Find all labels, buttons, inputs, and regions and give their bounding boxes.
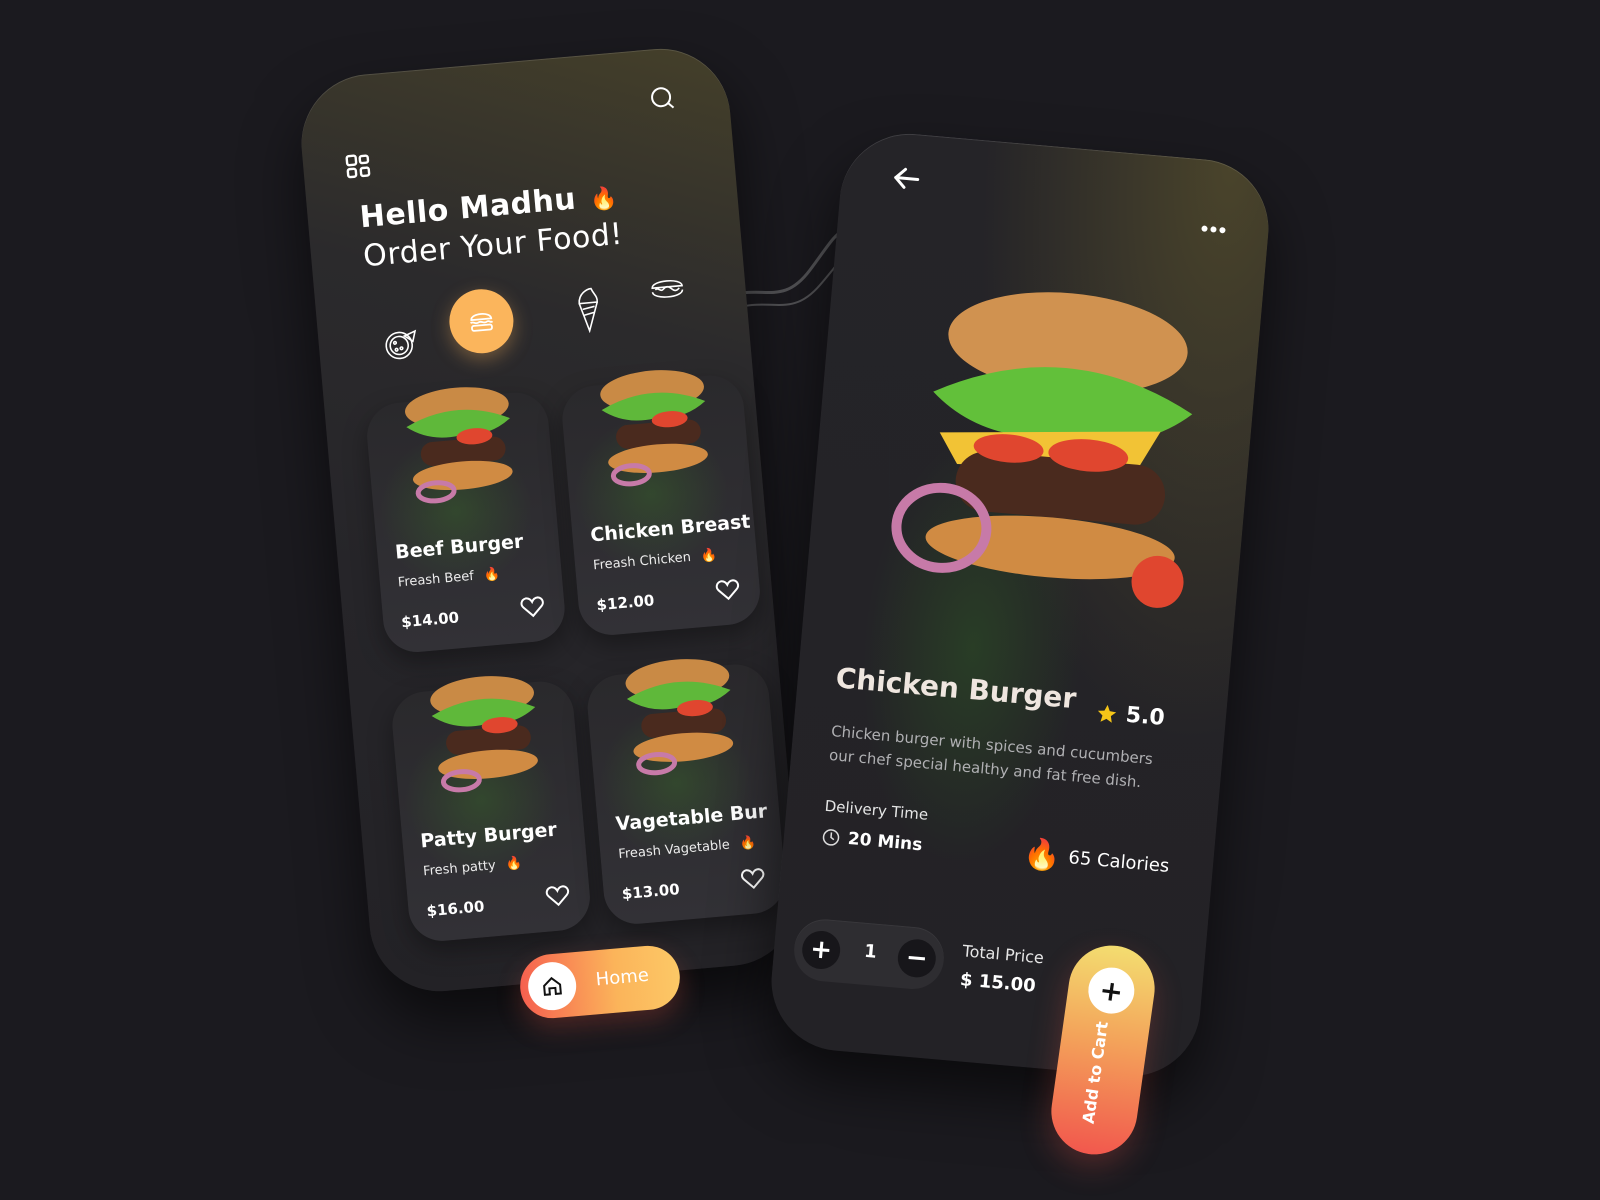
total-price-value: $ 15.00 bbox=[959, 969, 1037, 997]
food-name: Patty Burger bbox=[419, 818, 558, 853]
category-list bbox=[365, 264, 710, 363]
calories: 🔥 65 Calories bbox=[1022, 836, 1171, 884]
total-price-label: Total Price bbox=[961, 941, 1045, 968]
home-nav-button[interactable]: Home bbox=[517, 943, 683, 1021]
delivery-time-value: 20 Mins bbox=[847, 828, 924, 856]
food-name: Vagetable Bur bbox=[614, 800, 769, 836]
burger-image bbox=[430, 676, 538, 793]
back-arrow-icon[interactable] bbox=[890, 162, 923, 195]
heart-icon[interactable] bbox=[715, 578, 741, 602]
heart-icon[interactable] bbox=[520, 595, 546, 619]
fire-icon: 🔥 bbox=[505, 855, 523, 873]
delivery-time-label: Delivery Time bbox=[823, 796, 929, 824]
category-pizza[interactable] bbox=[366, 310, 435, 379]
food-card[interactable]: Chicken Breast Freash Chicken 🔥 $12.00 bbox=[559, 370, 763, 638]
decrease-quantity-button[interactable]: − bbox=[896, 937, 938, 979]
burger-icon bbox=[469, 313, 494, 332]
rating-value: 5.0 bbox=[1124, 702, 1166, 731]
burger-image bbox=[625, 659, 734, 776]
category-hotdog[interactable] bbox=[633, 254, 702, 323]
fire-icon: 🔥 bbox=[1021, 836, 1063, 875]
home-icon bbox=[543, 976, 562, 996]
clock-icon bbox=[822, 829, 840, 846]
burger-image bbox=[405, 387, 513, 504]
plus-icon: + bbox=[1085, 964, 1138, 1017]
food-subtitle: Freash Chicken 🔥 bbox=[593, 548, 718, 574]
search-icon[interactable] bbox=[648, 83, 678, 113]
food-price: $12.00 bbox=[595, 591, 656, 615]
heart-icon[interactable] bbox=[545, 884, 571, 908]
food-card[interactable]: Patty Burger Fresh patty 🔥 $16.00 bbox=[389, 676, 593, 944]
ice-cream-icon bbox=[578, 287, 598, 334]
food-price: $16.00 bbox=[425, 897, 486, 921]
burger-image bbox=[600, 370, 708, 487]
quantity-value: 1 bbox=[863, 940, 878, 963]
category-ice-cream[interactable] bbox=[554, 275, 623, 344]
product-description: Chicken burger with spices and cucumbers… bbox=[828, 722, 1154, 792]
home-label: Home bbox=[594, 964, 650, 991]
rating: 5.0 bbox=[1095, 700, 1166, 731]
food-subtitle-text: Fresh patty bbox=[422, 858, 497, 880]
food-price: $14.00 bbox=[400, 608, 460, 632]
delivery-time: 20 Mins bbox=[821, 827, 924, 856]
category-burger[interactable] bbox=[446, 286, 517, 356]
chicken-burger-image bbox=[891, 292, 1193, 608]
food-card[interactable]: Vagetable Bur Freash Vagetable 🔥 $13.00 bbox=[584, 659, 788, 927]
food-subtitle-text: Freash Chicken bbox=[592, 549, 692, 574]
food-name: Chicken Breast bbox=[589, 510, 752, 547]
fire-icon: 🔥 bbox=[483, 566, 501, 583]
star-icon bbox=[1097, 704, 1117, 723]
fire-icon: 🔥 bbox=[739, 835, 757, 852]
greeting: Hello Madhu 🔥 Order Your Food! bbox=[358, 178, 624, 275]
heart-icon[interactable] bbox=[740, 867, 766, 891]
product-title: Chicken Burger bbox=[834, 661, 1078, 716]
food-card[interactable]: Beef Burger Freash Beef 🔥 $14.00 bbox=[364, 387, 568, 655]
detail-screen-phone: Chicken Burger 5.0 Chicken burger with s… bbox=[765, 128, 1275, 1082]
food-name: Beef Burger bbox=[394, 530, 525, 564]
quantity-stepper: + 1 − bbox=[791, 916, 947, 992]
food-price: $13.00 bbox=[621, 880, 681, 904]
pizza-icon bbox=[385, 329, 417, 360]
food-subtitle: Freash Vagetable 🔥 bbox=[618, 835, 757, 862]
menu-grid-icon[interactable] bbox=[344, 152, 372, 180]
hotdog-icon bbox=[651, 280, 684, 298]
calories-value: 65 Calories bbox=[1067, 847, 1171, 877]
more-options-icon[interactable] bbox=[1198, 223, 1229, 236]
fire-icon: 🔥 bbox=[589, 185, 619, 214]
fire-icon: 🔥 bbox=[700, 547, 718, 564]
food-subtitle: Fresh patty 🔥 bbox=[423, 856, 523, 880]
add-to-cart-label: Add to Cart bbox=[1078, 1020, 1112, 1125]
showcase-stage: Hello Madhu 🔥 Order Your Food! Beef Burg… bbox=[0, 0, 1600, 1200]
increase-quantity-button[interactable]: + bbox=[800, 929, 842, 971]
food-subtitle: Freash Beef 🔥 bbox=[397, 567, 500, 591]
home-screen-phone: Hello Madhu 🔥 Order Your Food! Beef Burg… bbox=[295, 43, 805, 997]
food-subtitle-text: Freash Vagetable bbox=[617, 837, 731, 863]
home-icon-circle bbox=[526, 960, 579, 1013]
food-subtitle-text: Freash Beef bbox=[397, 568, 475, 591]
